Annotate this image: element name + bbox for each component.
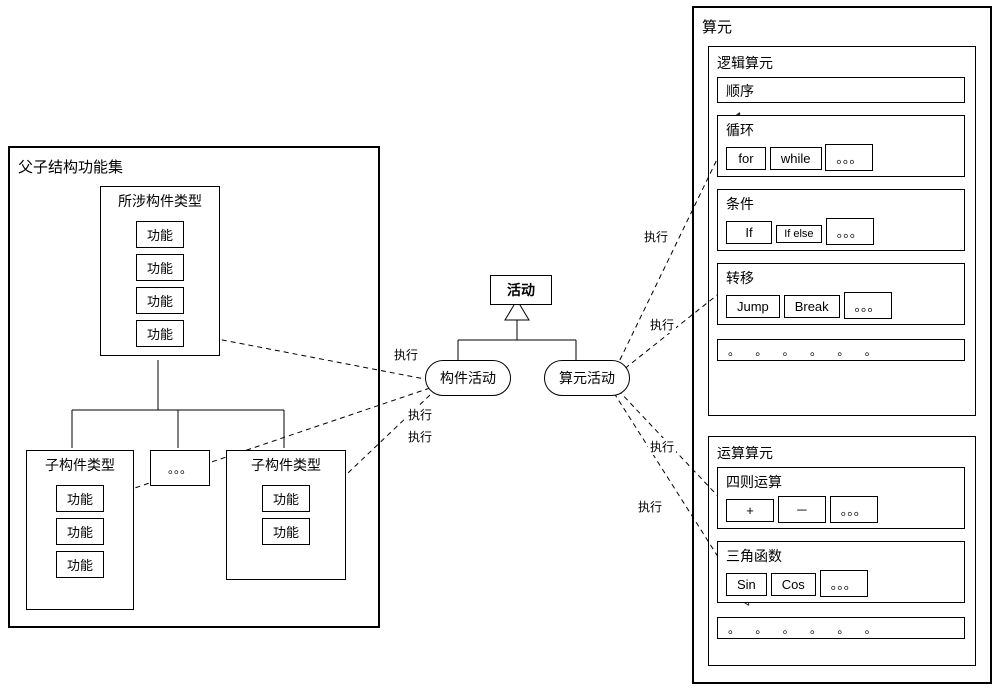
involved-title: 所涉构件类型 (101, 187, 219, 215)
function-item: 功能 (136, 221, 184, 248)
function-item: 功能 (262, 485, 310, 512)
child-separator: 。。。 (150, 450, 210, 486)
loop-title: 循环 (726, 120, 956, 140)
child2-list: 功能 功能 (227, 479, 345, 551)
loop-for: for (726, 147, 766, 170)
involved-component-box: 所涉构件类型 功能 功能 功能 功能 (100, 186, 220, 356)
edge-exec-1: 执行 (392, 346, 420, 363)
trig-cos: Cos (771, 573, 816, 596)
edge-exec-3: 执行 (406, 428, 434, 445)
logic-group: 逻辑算元 顺序 循环 for while 。。。 条件 If If else 。… (708, 46, 976, 416)
arith-plus: + (726, 499, 774, 522)
trig-box: 三角函数 Sin Cos 。。。 (717, 541, 965, 603)
trig-more: 。。。 (820, 570, 868, 597)
calc-group: 运算算元 四则运算 + － 。。。 三角函数 Sin Cos 。。。 。 。 。… (708, 436, 976, 666)
logic-dots: 。 。 。 。 。 。 (717, 339, 965, 361)
operator-activity-node: 算元活动 (544, 360, 630, 396)
function-item: 功能 (56, 485, 104, 512)
seq-box: 顺序 (717, 77, 965, 103)
function-item: 功能 (136, 254, 184, 281)
arith-minus: － (778, 496, 826, 523)
arith-more: 。。。 (830, 496, 878, 523)
function-item: 功能 (136, 320, 184, 347)
left-panel-title: 父子结构功能集 (18, 156, 370, 177)
child-component-box-2: 子构件类型 功能 功能 (226, 450, 346, 580)
edge-exec-5: 执行 (648, 316, 676, 333)
child1-list: 功能 功能 功能 (27, 479, 133, 584)
cond-title: 条件 (726, 194, 956, 214)
jump-break: Break (784, 295, 840, 318)
activity-title: 活动 (490, 275, 552, 305)
function-item: 功能 (56, 518, 104, 545)
calc-dots: 。 。 。 。 。 。 (717, 617, 965, 639)
edge-exec-7: 执行 (636, 498, 664, 515)
loop-box: 循环 for while 。。。 (717, 115, 965, 177)
child2-title: 子构件类型 (227, 451, 345, 479)
logic-title: 逻辑算元 (717, 53, 967, 73)
child1-title: 子构件类型 (27, 451, 133, 479)
function-item: 功能 (136, 287, 184, 314)
loop-more: 。。。 (825, 144, 873, 171)
edge-exec-2: 执行 (406, 406, 434, 423)
jump-jump: Jump (726, 295, 780, 318)
arith-box: 四则运算 + － 。。。 (717, 467, 965, 529)
jump-box: 转移 Jump Break 。。。 (717, 263, 965, 325)
trig-sin: Sin (726, 573, 767, 596)
function-item: 功能 (56, 551, 104, 578)
cond-more: 。。。 (826, 218, 874, 245)
child-component-box-1: 子构件类型 功能 功能 功能 (26, 450, 134, 610)
component-activity-node: 构件活动 (425, 360, 511, 396)
involved-list: 功能 功能 功能 功能 (101, 215, 219, 353)
right-panel-title: 算元 (702, 16, 982, 37)
jump-title: 转移 (726, 268, 956, 288)
function-item: 功能 (262, 518, 310, 545)
loop-while: while (770, 147, 822, 170)
cond-box: 条件 If If else 。。。 (717, 189, 965, 251)
calc-title: 运算算元 (717, 443, 967, 463)
cond-if: If (726, 221, 772, 244)
edge-exec-4: 执行 (642, 228, 670, 245)
jump-more: 。。。 (844, 292, 892, 319)
edge-exec-6: 执行 (648, 438, 676, 455)
trig-title: 三角函数 (726, 546, 956, 566)
cond-ifelse: If else (776, 225, 822, 243)
arith-title: 四则运算 (726, 472, 956, 492)
